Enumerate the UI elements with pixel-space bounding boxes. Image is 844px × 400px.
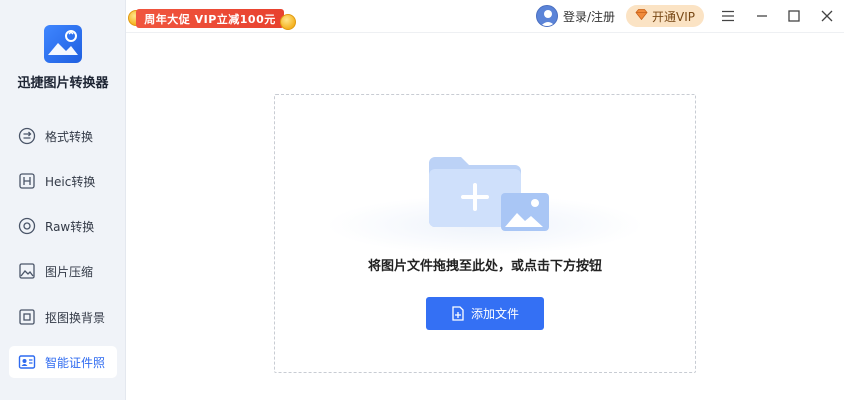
menu-icon[interactable] — [718, 6, 738, 26]
image-compress-icon — [17, 261, 37, 281]
folder-add-image-icon — [425, 153, 551, 239]
coin-icon — [280, 14, 296, 30]
sidebar: 迅捷图片转换器 格式转换 Heic转换 Raw转换 图片压缩 抠图换背景 智能证… — [0, 0, 126, 400]
id-photo-icon — [17, 352, 37, 372]
sidebar-item-label: 抠图换背景 — [45, 310, 106, 325]
app-title: 迅捷图片转换器 — [17, 76, 109, 91]
promo-banner[interactable]: 周年大促 VIP立减100元 — [128, 6, 296, 30]
vip-label: 开通VIP — [652, 9, 695, 24]
close-icon[interactable] — [817, 6, 837, 26]
sidebar-item-heic[interactable]: Heic转换 — [9, 165, 117, 197]
login-text: 登录/注册 — [563, 9, 616, 24]
sidebar-item-label: Raw转换 — [45, 219, 95, 234]
maximize-icon[interactable] — [784, 6, 804, 26]
sidebar-item-label: 格式转换 — [45, 129, 94, 144]
promo-text: 周年大促 VIP立减100元 — [136, 9, 284, 28]
sidebar-item-id-photo[interactable]: 智能证件照 — [9, 346, 117, 378]
sidebar-item-raw[interactable]: Raw转换 — [9, 210, 117, 242]
sidebar-item-image-compress[interactable]: 图片压缩 — [9, 255, 117, 287]
minimize-icon[interactable] — [752, 6, 772, 26]
avatar — [536, 5, 558, 27]
file-drop-zone[interactable]: 将图片文件拖拽至此处，或点击下方按钮 添加文件 — [274, 94, 696, 373]
heic-icon — [17, 171, 37, 191]
sidebar-item-label: 图片压缩 — [45, 264, 94, 279]
diamond-icon — [635, 9, 648, 23]
open-vip-button[interactable]: 开通VIP — [626, 5, 704, 27]
login-register-link[interactable]: 登录/注册 — [536, 5, 615, 27]
sidebar-item-label: Heic转换 — [45, 174, 96, 189]
sidebar-item-cutout[interactable]: 抠图换背景 — [9, 301, 117, 333]
sidebar-item-format-convert[interactable]: 格式转换 — [9, 120, 117, 152]
cutout-icon — [17, 307, 37, 327]
drop-hint-text: 将图片文件拖拽至此处，或点击下方按钮 — [367, 259, 602, 274]
add-file-button[interactable]: 添加文件 — [426, 297, 544, 330]
sidebar-item-label: 智能证件照 — [45, 355, 106, 370]
app-logo-icon — [44, 25, 82, 63]
add-file-icon — [452, 306, 464, 321]
format-convert-icon — [17, 126, 37, 146]
add-file-label: 添加文件 — [470, 307, 519, 321]
topbar-divider — [126, 32, 844, 33]
raw-icon — [17, 216, 37, 236]
